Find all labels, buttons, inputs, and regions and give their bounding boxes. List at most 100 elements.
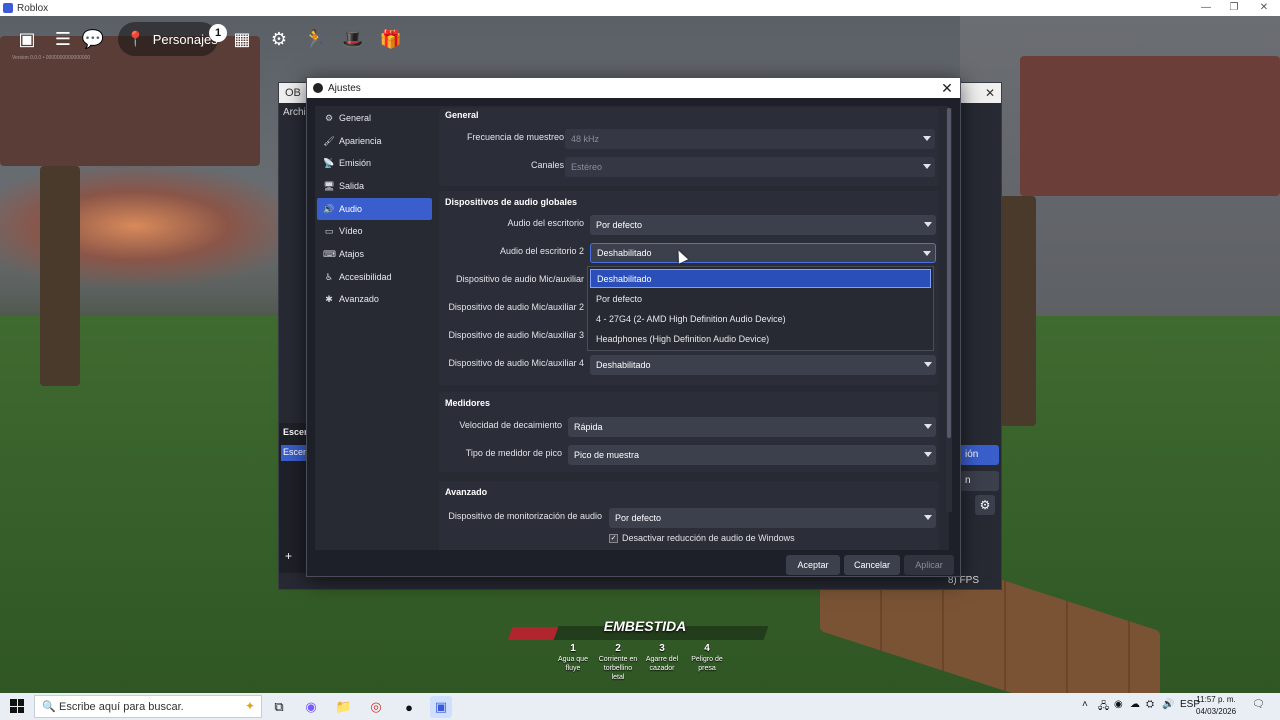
accept-button[interactable]: Aceptar [786, 555, 840, 575]
settings-scrollbar[interactable] [946, 108, 952, 512]
tree-trunk [40, 166, 80, 386]
nav-label: General [339, 113, 372, 123]
obs-control-button[interactable]: ión [959, 445, 999, 465]
file-explorer-icon[interactable]: 📁 [333, 696, 355, 718]
personajes-label: Personajes [152, 31, 218, 47]
nav-item-apariencia[interactable]: 🖌 Apariencia [317, 130, 432, 152]
ducking-checkbox-row[interactable]: ✓ Desactivar reducción de audio de Windo… [609, 533, 795, 543]
copilot-sparkle-icon: ✦ [244, 699, 255, 713]
mic-aux-4-select[interactable]: Deshabilitado [590, 355, 936, 375]
roblox-menu-icon[interactable]: ▣ [12, 24, 42, 54]
sample-rate-value: 48 kHz [571, 134, 600, 144]
network-icon[interactable]: 🖧 [1098, 699, 1109, 716]
obs-menu-archivo[interactable]: Archi [283, 107, 306, 118]
settings-gear-icon[interactable]: ⚙ [264, 24, 294, 54]
ability-slot[interactable]: 2 Corriente en torbellino letal [598, 644, 638, 682]
ducking-label: Desactivar reducción de audio de Windows [622, 533, 795, 543]
hamburger-icon[interactable]: ☰ [48, 24, 78, 54]
nav-item-audio[interactable]: 🔊 Audio [317, 198, 432, 220]
nav-item-salida[interactable]: 🖥 Salida [317, 175, 432, 197]
windows-start-icon[interactable] [10, 699, 24, 713]
personajes-button[interactable]: 📍 Personajes [118, 22, 218, 56]
nav-item-atajos[interactable]: ⌨ Atajos [317, 243, 432, 265]
wifi-icon[interactable]: ◉ [1114, 699, 1123, 710]
dropdown-option[interactable]: Deshabilitado [590, 269, 931, 288]
obs-taskbar-icon[interactable]: ● [398, 696, 420, 718]
advanced-group: Avanzado Dispositivo de monitorización d… [439, 481, 939, 550]
copilot-icon[interactable]: ◉ [300, 696, 322, 718]
clock-time: 11:57 p. m. [1196, 695, 1236, 704]
cancel-button[interactable]: Cancelar [844, 555, 900, 575]
meters-title: Medidores [445, 398, 491, 408]
dropdown-option[interactable]: Por defecto [590, 289, 931, 308]
obs-settings-gear-icon[interactable]: ⚙ [975, 495, 995, 515]
add-scene-icon[interactable]: + [285, 549, 292, 563]
chevron-up-icon[interactable]: ˄ [1082, 699, 1088, 710]
nav-item-accesibilidad[interactable]: ♿ Accesibilidad [317, 266, 432, 288]
mic-aux-3-label: Dispositivo de audio Mic/auxiliar 3 [448, 330, 584, 340]
tools-icon: ✱ [325, 293, 333, 304]
nav-label: Emisión [339, 158, 372, 168]
obs-control-button[interactable]: n [959, 471, 999, 491]
peak-meter-select[interactable]: Pico de muestra [568, 445, 936, 465]
ducking-checkbox[interactable]: ✓ [609, 533, 618, 543]
peak-meter-value: Pico de muestra [574, 450, 640, 460]
nav-item-video[interactable]: ▭ Vídeo [317, 220, 432, 242]
nav-item-avanzado[interactable]: ✱ Avanzado [317, 288, 432, 310]
ability-slot[interactable]: 3 Agarre del cazador [642, 644, 682, 673]
desktop-audio-label: Audio del escritorio [507, 218, 584, 228]
dialog-close-button[interactable]: ✕ [938, 79, 956, 97]
ability-slot[interactable]: 4 Peligro de presa [687, 644, 727, 673]
task-view-icon[interactable]: ⧉ [268, 696, 290, 718]
roblox-taskbar-icon[interactable]: ▣ [430, 696, 452, 718]
onedrive-icon[interactable]: ⛭ [1146, 699, 1154, 710]
ability-title: EMBESTIDA [603, 618, 687, 634]
channels-label: Canales [530, 160, 564, 170]
cloud-icon[interactable]: ☁ [1130, 699, 1140, 710]
tree-canopy [1020, 56, 1280, 196]
audio-device-dropdown-list[interactable]: Deshabilitado Por defecto 4 - 27G4 (2- A… [587, 266, 934, 351]
volume-icon[interactable]: 🔊 [1162, 699, 1174, 710]
chrome-icon[interactable]: ◎ [365, 696, 387, 718]
sample-rate-select: 48 kHz [565, 129, 935, 149]
ability-slot[interactable]: 1 Agua que fluye [553, 644, 593, 673]
hat-icon[interactable]: 🎩 [338, 24, 368, 54]
chevron-down-icon [924, 515, 932, 520]
roblox-logo-icon [3, 3, 13, 13]
close-window-button[interactable]: ✕ [1250, 0, 1278, 16]
gift-icon[interactable]: 🎁 [376, 24, 406, 54]
dropdown-option[interactable]: 4 - 27G4 (2- AMD High Definition Audio D… [590, 309, 931, 328]
desktop-audio-select[interactable]: Por defecto [590, 215, 936, 235]
nav-item-emision[interactable]: 📡 Emisión [317, 152, 432, 174]
chevron-down-icon [924, 452, 932, 457]
accessibility-icon: ♿ [324, 271, 334, 282]
notification-icon[interactable]: 🗨 [1252, 699, 1265, 710]
ability-number: 3 [659, 643, 665, 654]
apply-button[interactable]: Aplicar [904, 555, 954, 575]
nav-label: Vídeo [339, 226, 363, 236]
search-placeholder: Escribe aquí para buscar. [59, 700, 184, 713]
minimize-button[interactable]: — [1192, 0, 1220, 16]
monitoring-device-select[interactable]: Por defecto [609, 508, 936, 528]
taskbar-search-input[interactable]: 🔍 Escribe aquí para buscar. ✦ [34, 695, 262, 718]
decay-rate-select[interactable]: Rápida [568, 417, 936, 437]
monitor-icon: ▭ [324, 225, 334, 236]
emote-figure-icon[interactable]: 🏃 [300, 24, 330, 54]
inventory-icon[interactable]: ▦ [227, 24, 257, 54]
chat-icon[interactable]: 💬 [78, 24, 108, 54]
desktop-audio-2-select[interactable]: Deshabilitado [590, 243, 936, 263]
monitoring-device-label: Dispositivo de monitorización de audio [448, 511, 602, 521]
nav-label: Apariencia [339, 136, 382, 146]
mic-aux-4-label: Dispositivo de audio Mic/auxiliar 4 [448, 358, 584, 368]
general-group: General Frecuencia de muestreo 48 kHz Ca… [439, 108, 939, 186]
ability-number: 1 [570, 643, 576, 654]
maximize-button[interactable]: ❐ [1220, 0, 1248, 16]
scrollbar-thumb[interactable] [947, 108, 951, 438]
nav-item-general[interactable]: ⚙ General [317, 107, 432, 129]
nav-label: Audio [339, 204, 363, 214]
obs-close-icon[interactable]: ✕ [985, 86, 995, 100]
scene-item[interactable]: Escen [281, 445, 308, 461]
taskbar-clock[interactable]: 11:57 p. m. 04/03/2026 [1196, 694, 1236, 718]
dropdown-option[interactable]: Headphones (High Definition Audio Device… [590, 329, 931, 348]
obs-logo-icon [313, 83, 323, 93]
